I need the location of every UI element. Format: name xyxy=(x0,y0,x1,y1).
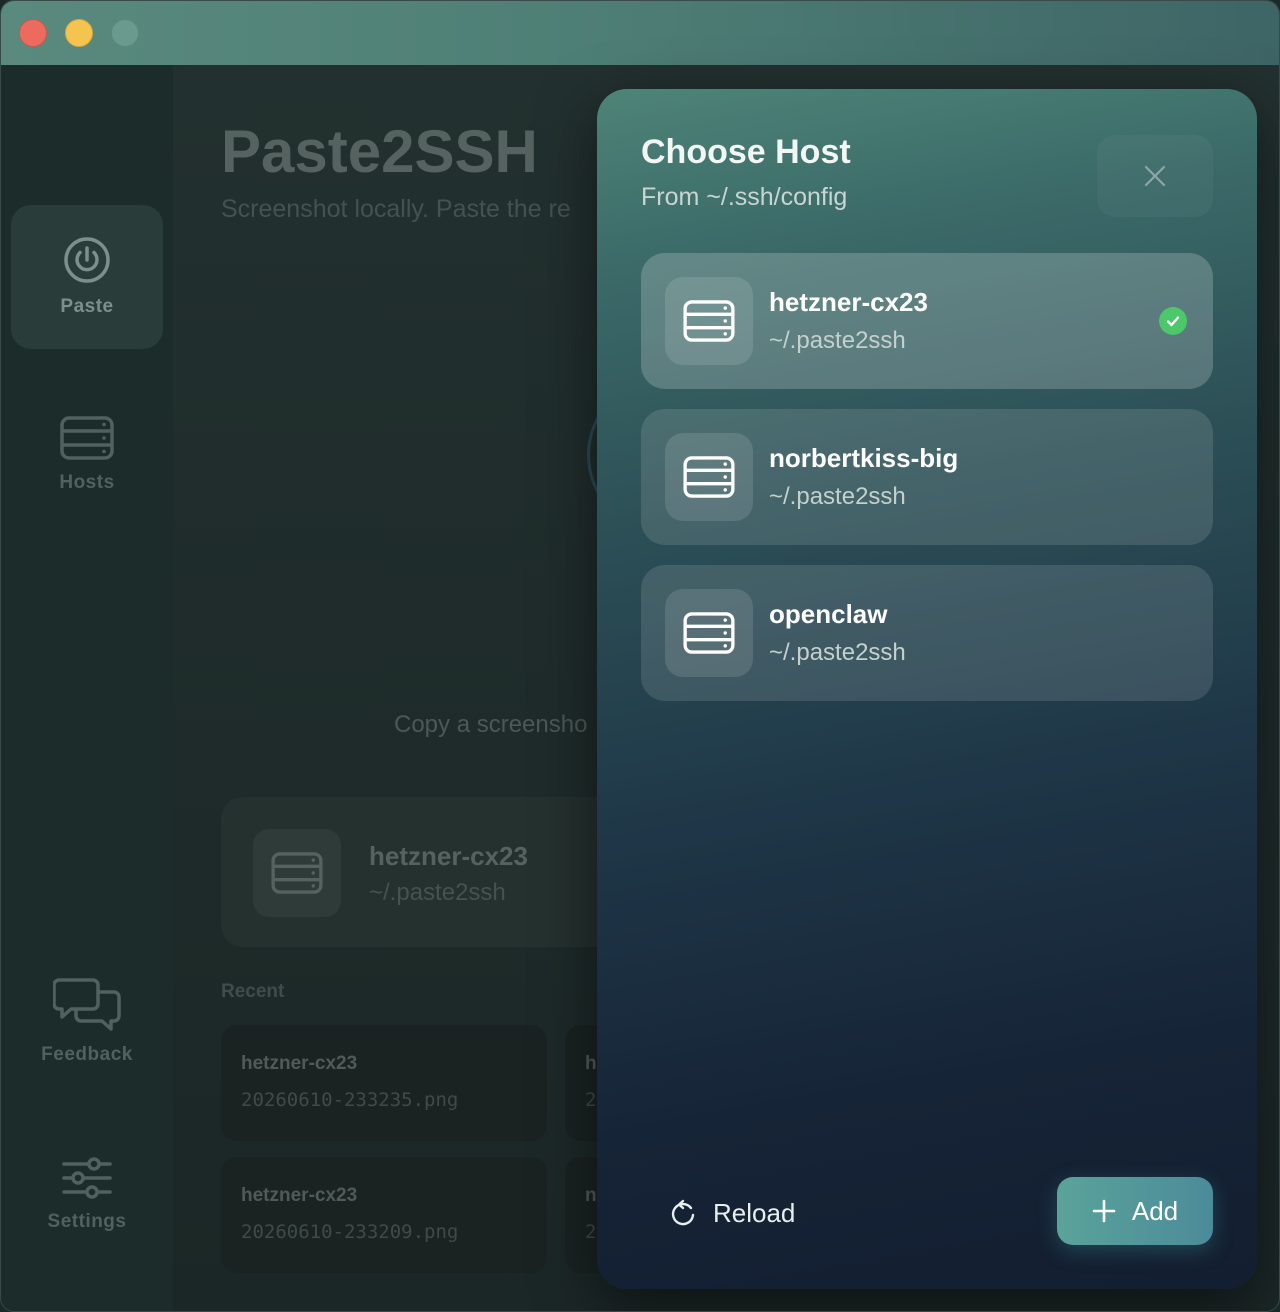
dialog-title: Choose Host xyxy=(641,133,851,171)
sidebar-item-feedback[interactable]: Feedback xyxy=(11,949,163,1093)
reload-button[interactable]: Reload xyxy=(669,1193,795,1233)
server-icon xyxy=(665,589,753,677)
host-path: ~/.paste2ssh xyxy=(769,639,906,666)
sidebar-item-label: Hosts xyxy=(59,472,115,493)
sidebar-item-label: Paste xyxy=(60,296,114,317)
reload-icon xyxy=(671,1199,695,1226)
recent-item[interactable]: hetzner-cx23 20260610-233235.png xyxy=(221,1025,547,1141)
chat-bubbles-icon xyxy=(53,978,121,1031)
plus-icon xyxy=(1092,1199,1116,1223)
dialog-subtitle: From ~/.ssh/config xyxy=(641,183,848,211)
choose-host-dialog: Choose Host From ~/.ssh/config hetzner-c… xyxy=(597,89,1257,1289)
recent-item-file: 2 xyxy=(585,1089,597,1111)
paste-hint: Copy a screensho xyxy=(394,711,588,738)
host-name: norbertkiss-big xyxy=(769,443,959,473)
recent-item-file: 20260610-233209.png xyxy=(241,1221,459,1243)
host-row-norbertkiss-big[interactable]: norbertkiss-big ~/.paste2ssh xyxy=(641,409,1213,545)
close-dialog-button[interactable] xyxy=(1097,135,1213,217)
add-host-button[interactable]: Add xyxy=(1057,1177,1213,1245)
server-icon xyxy=(665,277,753,365)
host-path: ~/.paste2ssh xyxy=(769,327,906,354)
close-window-button[interactable] xyxy=(19,19,47,47)
server-icon xyxy=(60,416,114,460)
sliders-icon xyxy=(62,1157,112,1199)
title-bar xyxy=(1,1,1279,65)
recent-item-file: 2 xyxy=(585,1221,597,1243)
page-subtitle: Screenshot locally. Paste the re xyxy=(221,195,571,223)
sidebar-item-paste[interactable]: Paste xyxy=(11,205,163,349)
current-host-path: ~/.paste2ssh xyxy=(369,879,506,906)
server-icon xyxy=(665,433,753,521)
host-name: hetzner-cx23 xyxy=(769,287,928,317)
recent-item-host: n xyxy=(585,1185,597,1206)
sidebar-item-hosts[interactable]: Hosts xyxy=(11,383,163,527)
reload-label: Reload xyxy=(713,1197,796,1228)
sidebar: Paste Hosts Feedback Settings xyxy=(1,65,173,1311)
page-title: Paste2SSH xyxy=(221,118,538,185)
minimize-window-button[interactable] xyxy=(65,19,93,47)
recent-section-label: Recent xyxy=(221,981,285,1002)
host-name: openclaw xyxy=(769,599,888,629)
sidebar-item-label: Settings xyxy=(47,1211,127,1232)
host-row-openclaw[interactable]: openclaw ~/.paste2ssh xyxy=(641,565,1213,701)
recent-item-file: 20260610-233235.png xyxy=(241,1089,459,1111)
host-row-hetzner-cx23[interactable]: hetzner-cx23 ~/.paste2ssh xyxy=(641,253,1213,389)
checkmark-icon xyxy=(1159,307,1187,335)
sidebar-item-label: Feedback xyxy=(41,1044,133,1065)
recent-item-host: hetzner-cx23 xyxy=(241,1185,358,1206)
sidebar-item-settings[interactable]: Settings xyxy=(11,1123,163,1267)
server-icon xyxy=(253,829,341,917)
recent-item-host: h xyxy=(585,1053,597,1074)
add-label: Add xyxy=(1131,1195,1179,1226)
close-icon xyxy=(1144,165,1166,187)
current-host-card[interactable]: hetzner-cx23 ~/.paste2ssh xyxy=(221,797,641,947)
app-window: Paste Hosts Feedback Settings Paste2SSH … xyxy=(0,0,1280,1312)
zoom-window-button[interactable] xyxy=(111,19,139,47)
recent-item[interactable]: hetzner-cx23 20260610-233209.png xyxy=(221,1157,547,1273)
current-host-name: hetzner-cx23 xyxy=(369,841,528,871)
host-path: ~/.paste2ssh xyxy=(769,483,906,510)
recent-item-host: hetzner-cx23 xyxy=(241,1053,358,1074)
power-icon xyxy=(64,237,110,283)
